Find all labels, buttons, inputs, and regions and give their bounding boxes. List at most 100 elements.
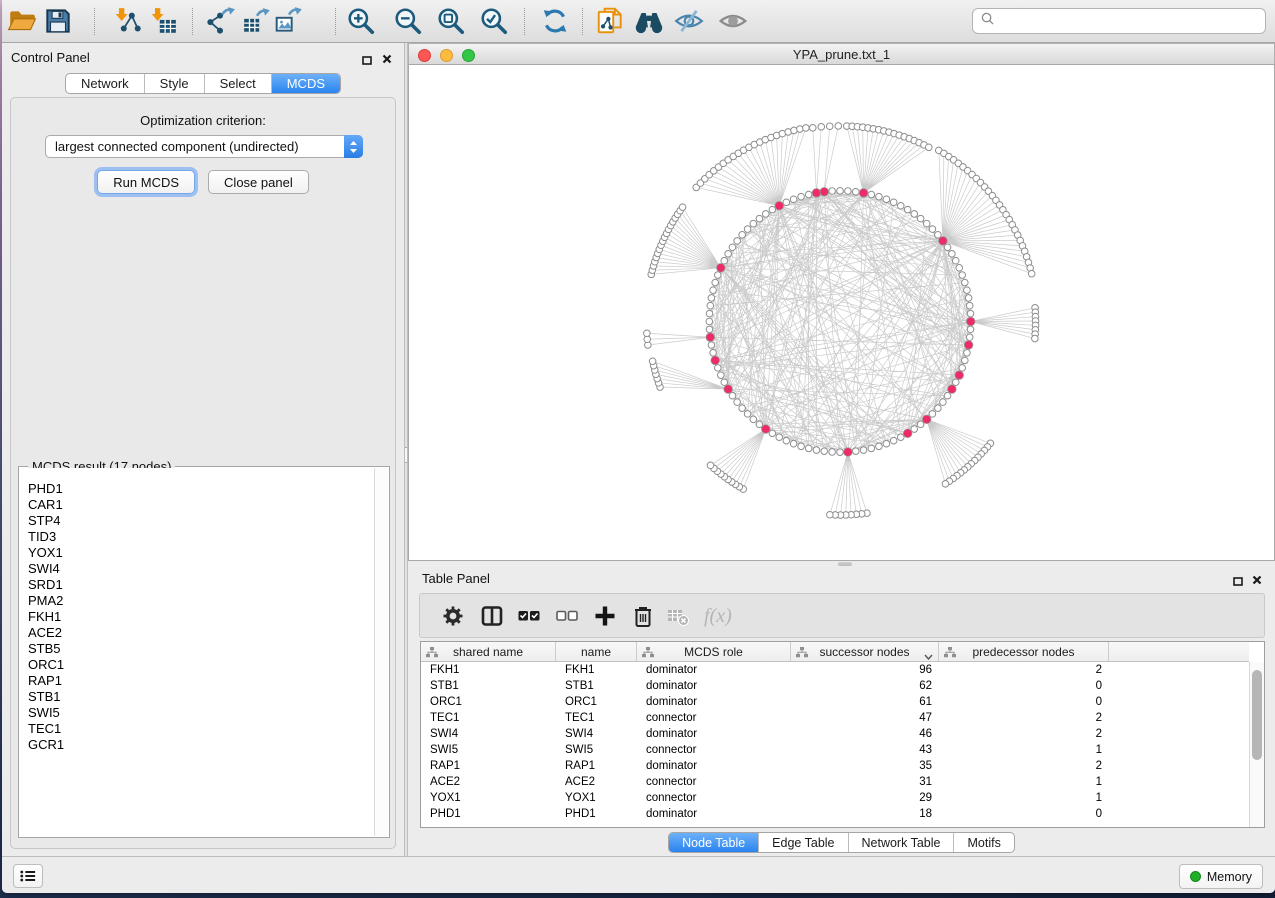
zoom-out-icon[interactable] — [393, 6, 423, 36]
table-cell[interactable] — [1109, 742, 1249, 758]
table-cell[interactable]: SWI5 — [556, 742, 637, 758]
mcds-result-item[interactable]: ORC1 — [20, 657, 374, 673]
table-row[interactable]: YOX1YOX1connector291 — [421, 790, 1249, 806]
tab-network[interactable]: Network — [66, 74, 145, 93]
window-close-traffic-light[interactable] — [418, 49, 431, 62]
close-panel-button[interactable]: Close panel — [208, 170, 309, 194]
table-cell[interactable]: connector — [637, 774, 791, 790]
table-cell[interactable]: 0 — [939, 694, 1109, 710]
table-cell[interactable]: 46 — [791, 726, 939, 742]
close-table-panel-icon[interactable] — [1252, 572, 1262, 590]
select-all-icon[interactable] — [517, 604, 541, 628]
open-file-icon[interactable] — [7, 6, 37, 36]
network-graph[interactable] — [409, 65, 1274, 560]
table-cell[interactable]: 47 — [791, 710, 939, 726]
table-cell[interactable]: dominator — [637, 678, 791, 694]
horizontal-splitter-handle[interactable] — [838, 562, 852, 566]
table-cell[interactable]: 96 — [791, 662, 939, 678]
table-cell[interactable] — [1109, 758, 1249, 774]
show-columns-icon[interactable] — [480, 604, 504, 628]
table-cell[interactable]: PHD1 — [421, 806, 556, 822]
table-scrollbar-thumb[interactable] — [1252, 670, 1262, 760]
table-cell[interactable]: 62 — [791, 678, 939, 694]
table-cell[interactable]: FKH1 — [556, 662, 637, 678]
table-cell[interactable]: 2 — [939, 710, 1109, 726]
search-input[interactable] — [1000, 13, 1257, 30]
table-cell[interactable]: ACE2 — [556, 774, 637, 790]
delete-icon[interactable] — [631, 604, 655, 628]
vertical-splitter-handle[interactable] — [405, 447, 407, 463]
table-cell[interactable]: FKH1 — [421, 662, 556, 678]
export-image-icon[interactable] — [274, 6, 304, 36]
mcds-result-item[interactable]: STB5 — [20, 641, 374, 657]
mcds-result-item[interactable]: PMA2 — [20, 593, 374, 609]
column-header-MCDS-role[interactable]: MCDS role — [637, 642, 791, 661]
table-cell[interactable]: connector — [637, 790, 791, 806]
mcds-result-item[interactable]: TEC1 — [20, 721, 374, 737]
table-cell[interactable] — [1109, 726, 1249, 742]
tab-style[interactable]: Style — [145, 74, 205, 93]
table-cell[interactable]: 1 — [939, 774, 1109, 790]
tab-mcds[interactable]: MCDS — [272, 74, 340, 93]
mcds-result-item[interactable]: SWI4 — [20, 561, 374, 577]
table-cell[interactable]: 1 — [939, 742, 1109, 758]
gear-icon[interactable] — [441, 604, 465, 628]
float-panel-icon[interactable] — [362, 52, 372, 70]
table-cell[interactable] — [1109, 774, 1249, 790]
table-cell[interactable]: 43 — [791, 742, 939, 758]
tab-select[interactable]: Select — [205, 74, 272, 93]
save-session-icon[interactable] — [43, 6, 73, 36]
table-cell[interactable]: 2 — [939, 758, 1109, 774]
mcds-result-item[interactable]: TID3 — [20, 529, 374, 545]
table-row[interactable]: SWI4SWI4dominator462 — [421, 726, 1249, 742]
table-cell[interactable]: ORC1 — [556, 694, 637, 710]
table-cell[interactable]: 1 — [939, 790, 1109, 806]
table-cell[interactable]: 0 — [939, 806, 1109, 822]
table-row[interactable]: ACE2ACE2connector311 — [421, 774, 1249, 790]
table-cell[interactable]: dominator — [637, 806, 791, 822]
mcds-result-item[interactable]: CAR1 — [20, 497, 374, 513]
hide-selected-icon[interactable] — [674, 6, 704, 36]
mcds-list-scrollbar[interactable] — [374, 468, 388, 836]
table-cell[interactable]: 2 — [939, 662, 1109, 678]
new-network-from-selection-icon[interactable] — [595, 6, 625, 36]
table-cell[interactable]: ORC1 — [421, 694, 556, 710]
table-cell[interactable]: TEC1 — [421, 710, 556, 726]
table-cell[interactable]: RAP1 — [556, 758, 637, 774]
table-cell[interactable]: connector — [637, 742, 791, 758]
table-cell[interactable]: PHD1 — [556, 806, 637, 822]
table-row[interactable]: SWI5SWI5connector431 — [421, 742, 1249, 758]
network-canvas[interactable] — [408, 65, 1275, 561]
add-icon[interactable] — [593, 604, 617, 628]
zoom-selected-icon[interactable] — [479, 6, 509, 36]
table-cell[interactable]: 35 — [791, 758, 939, 774]
table-cell[interactable]: SWI4 — [556, 726, 637, 742]
table-row[interactable]: STB1STB1dominator620 — [421, 678, 1249, 694]
memory-button[interactable]: Memory — [1179, 864, 1263, 889]
table-cell[interactable]: ACE2 — [421, 774, 556, 790]
optimization-criterion-select[interactable]: largest connected component (undirected) — [45, 135, 363, 158]
column-header-successor-nodes[interactable]: successor nodes — [791, 642, 939, 661]
table-cell[interactable]: 18 — [791, 806, 939, 822]
column-header-predecessor-nodes[interactable]: predecessor nodes — [939, 642, 1109, 661]
table-cell[interactable] — [1109, 790, 1249, 806]
table-scrollbar[interactable] — [1249, 662, 1264, 827]
table-row[interactable]: RAP1RAP1dominator352 — [421, 758, 1249, 774]
table-cell[interactable] — [1109, 806, 1249, 822]
table-cell[interactable]: SWI4 — [421, 726, 556, 742]
tab-node-table[interactable]: Node Table — [669, 833, 759, 852]
export-table-icon[interactable] — [242, 6, 272, 36]
table-cell[interactable] — [1109, 662, 1249, 678]
column-header-shared-name[interactable]: shared name — [421, 642, 556, 661]
table-cell[interactable] — [1109, 710, 1249, 726]
tab-network-table[interactable]: Network Table — [849, 833, 955, 852]
table-row[interactable]: ORC1ORC1dominator610 — [421, 694, 1249, 710]
window-zoom-traffic-light[interactable] — [462, 49, 475, 62]
table-cell[interactable]: dominator — [637, 694, 791, 710]
mcds-result-item[interactable]: FKH1 — [20, 609, 374, 625]
table-cell[interactable]: STB1 — [556, 678, 637, 694]
mcds-result-item[interactable]: SRD1 — [20, 577, 374, 593]
export-network-icon[interactable] — [205, 6, 235, 36]
first-neighbors-icon[interactable] — [634, 6, 664, 36]
deselect-all-icon[interactable] — [555, 604, 579, 628]
